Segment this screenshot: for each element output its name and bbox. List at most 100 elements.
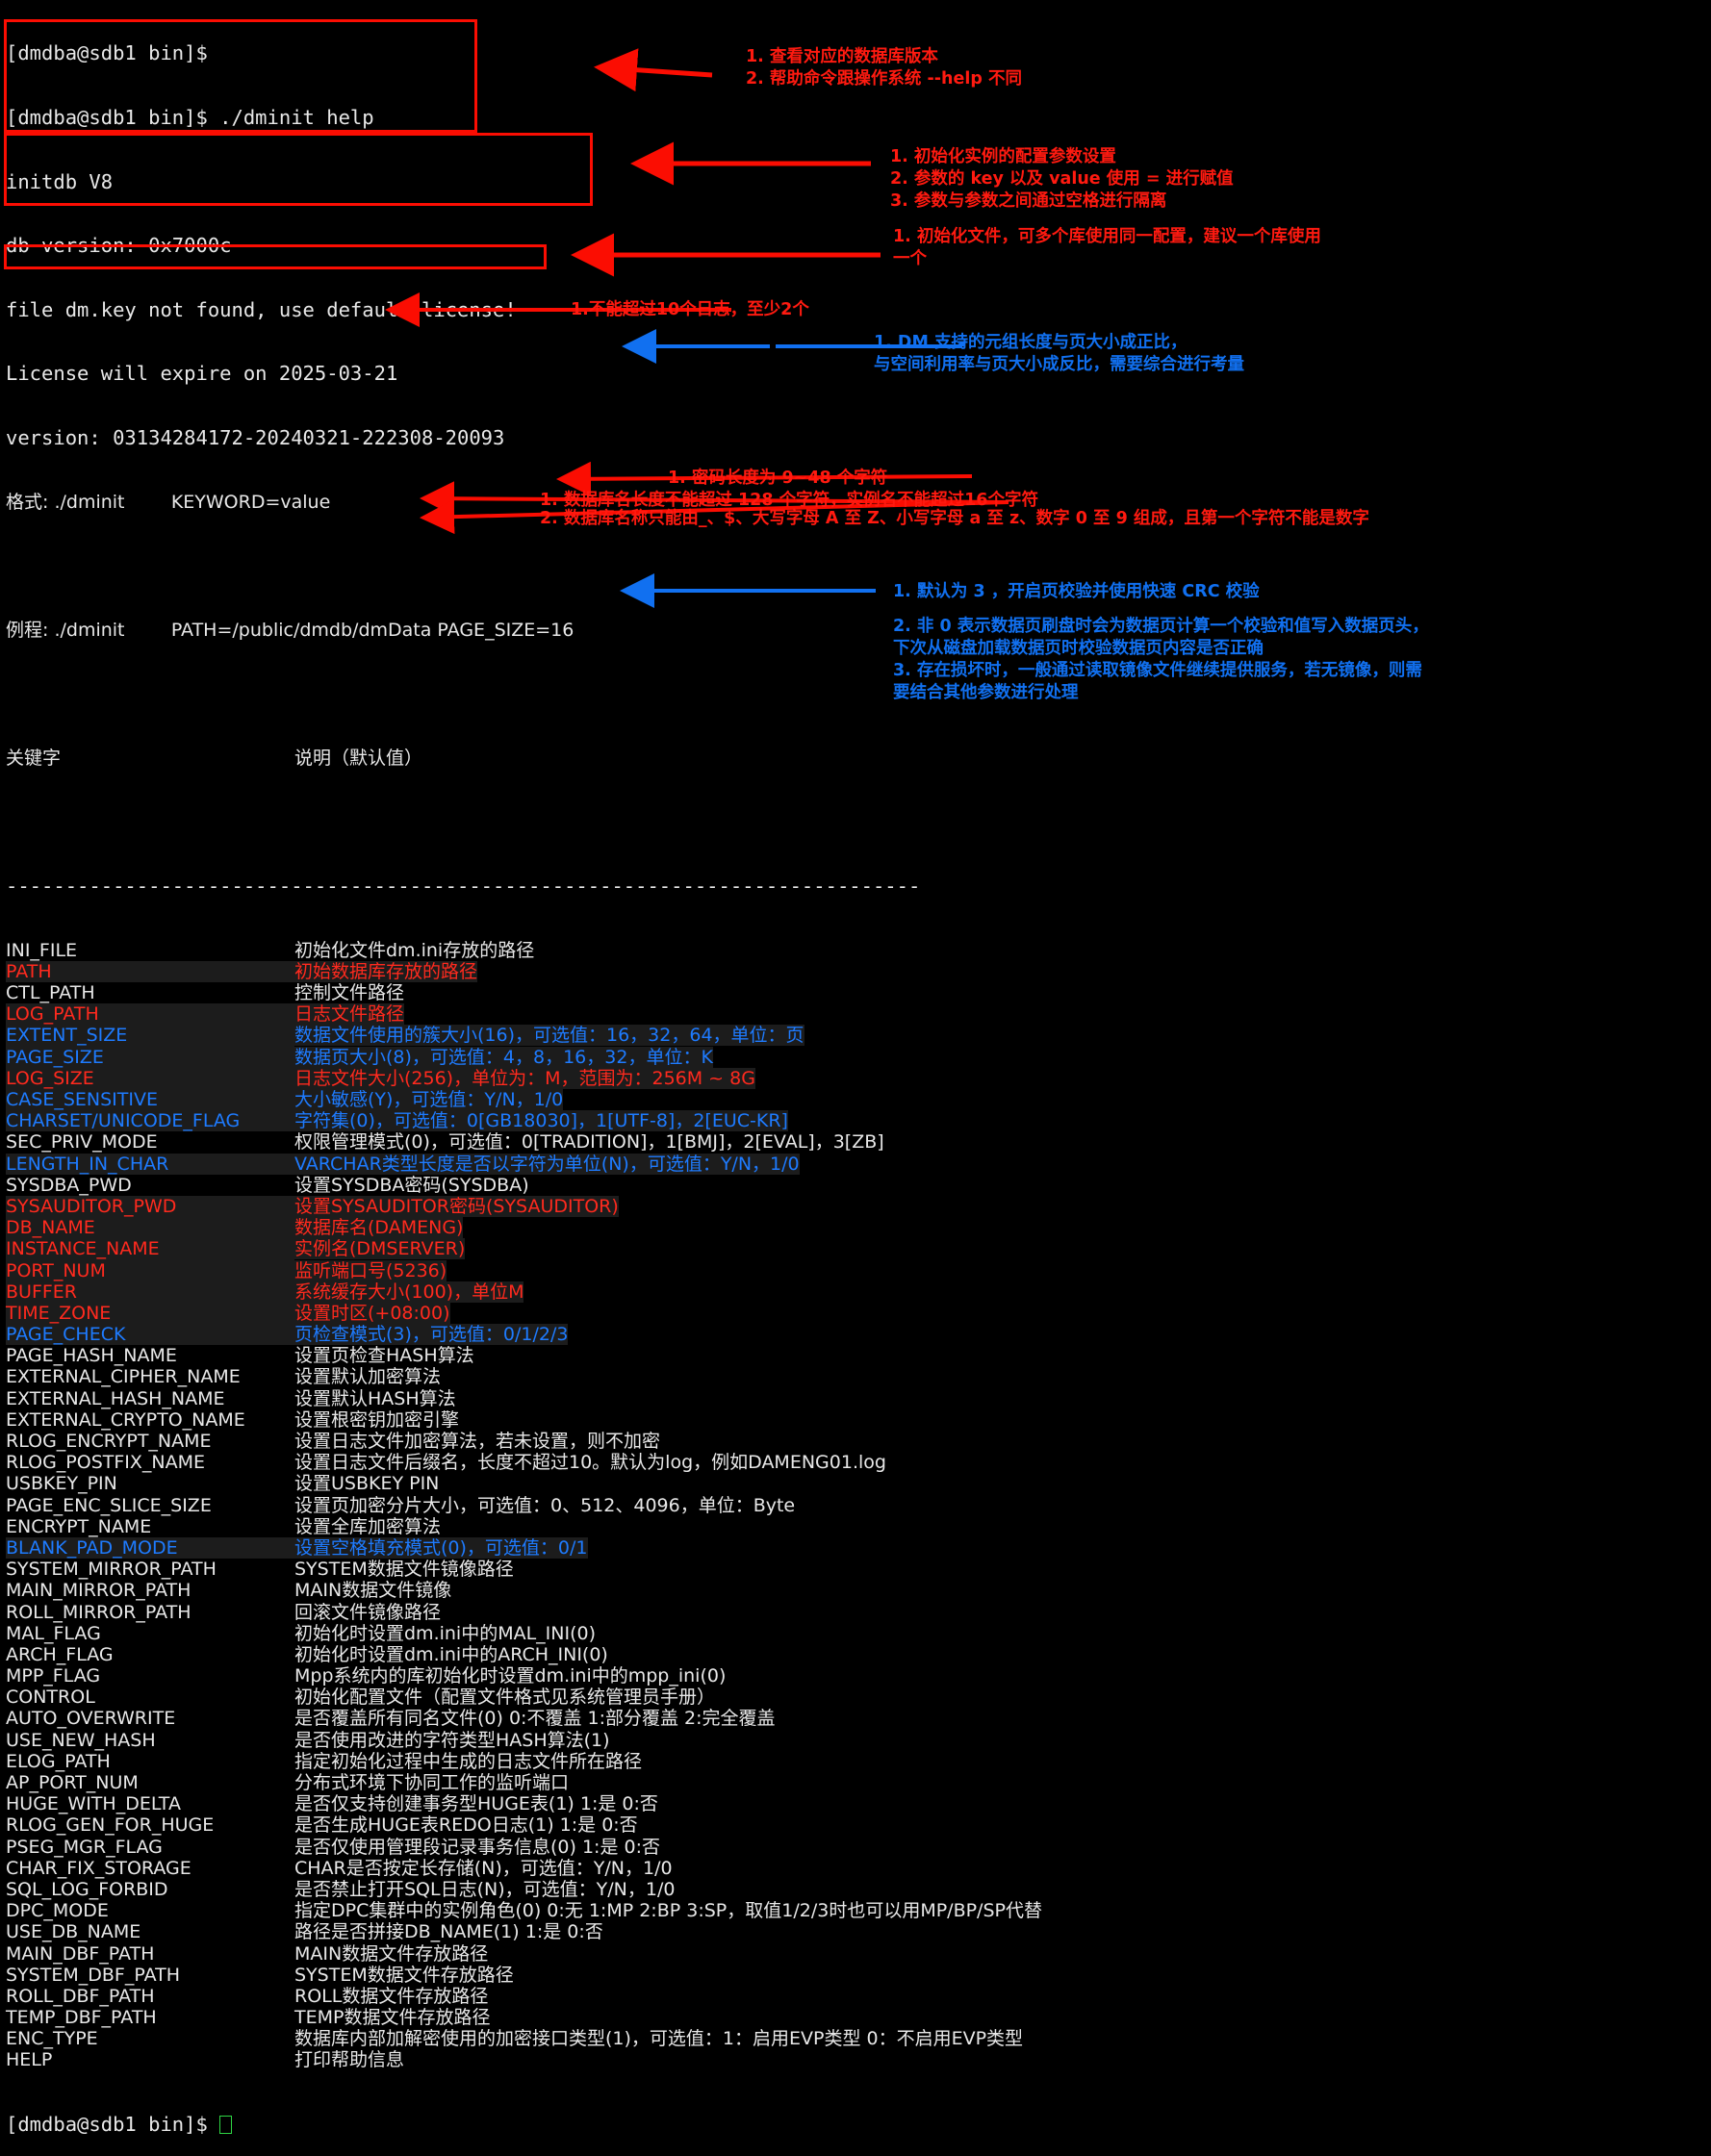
row-description: TEMP数据文件存放路径 [294,2007,491,2029]
terminal-line-example: 例程: ./dminit PATH=/public/dmdb/dmData PA… [0,620,1711,641]
row-keyword: USE_DB_NAME [6,1921,141,1943]
row-keyword: CONTROL [6,1687,95,1709]
table-row: RLOG_GEN_FOR_HUGE 是否生成HUGE表REDO日志(1) 1:是 … [0,1814,1711,1836]
row-keyword: HUGE_WITH_DELTA [6,1793,181,1815]
table-row: ENC_TYPE 数据库内部加解密使用的加密接口类型(1)，可选值：1：启用EVP… [0,2028,1711,2049]
row-description: 路径是否拼接DB_NAME(1) 1:是 0:否 [294,1921,603,1943]
row-keyword: CTL_PATH [6,982,95,1004]
table-row: SYSDBA_PWD 设置SYSDBA密码(SYSDBA) [0,1175,1711,1196]
terminal-line-final-prompt: [dmdba@sdb1 bin]$ [0,2114,1711,2135]
col-header-keyword: 关键字 [6,747,62,769]
table-row: CHAR_FIX_STORAGE CHAR是否按定长存储(N)，可选值：Y/N，1… [0,1858,1711,1879]
table-row: CTL_PATH 控制文件路径 [0,982,1711,1003]
row-keyword: SEC_PRIV_MODE [6,1131,158,1154]
table-row: LENGTH_IN_CHAR VARCHAR类型长度是否以字符为单位(N)，可选值… [0,1153,1711,1175]
row-keyword: SYSTEM_MIRROR_PATH [6,1559,217,1581]
table-row: ROLL_MIRROR_PATH 回滚文件镜像路径 [0,1602,1711,1623]
header-line-3: License will expire on 2025-03-21 [6,362,398,386]
row-keyword: INSTANCE_NAME [6,1238,294,1260]
row-keyword: CHARSET/UNICODE_FLAG [6,1110,294,1132]
row-keyword: MPP_FLAG [6,1665,101,1687]
row-keyword: LOG_PATH [6,1003,294,1026]
row-keyword: LOG_SIZE [6,1067,294,1090]
row-keyword: CASE_SENSITIVE [6,1089,294,1111]
row-keyword: BLANK_PAD_MODE [6,1536,294,1560]
row-keyword: MAL_FLAG [6,1622,101,1644]
row-keyword: EXTERNAL_CRYPTO_NAME [6,1408,245,1431]
row-description: 回滚文件镜像路径 [294,1601,442,1623]
example-text: 例程: ./dminit PATH=/public/dmdb/dmData PA… [6,619,575,641]
terminal-line-command: [dmdba@sdb1 bin]$ ./dminit help [0,107,1711,128]
row-keyword: RLOG_POSTFIX_NAME [6,1452,206,1474]
table-row: PORT_NUM 监听端口号(5236) [0,1259,1711,1281]
header-line-4: version: 03134284172-20240321-222308-200… [6,425,505,449]
row-keyword: USE_NEW_HASH [6,1729,156,1751]
table-row: PSEG_MGR_FLAG 是否仅使用管理段记录事务信息(0) 1:是 0:否 [0,1837,1711,1858]
table-row: SQL_LOG_FORBID 是否禁止打开SQL日志(N)，可选值：Y/N，1/0 [0,1879,1711,1900]
row-keyword: AUTO_OVERWRITE [6,1708,176,1730]
table-row: LOG_SIZE 日志文件大小(256)，单位为：M，范围为：256M ~ 8G [0,1067,1711,1090]
table-row: USE_DB_NAME 路径是否拼接DB_NAME(1) 1:是 0:否 [0,1921,1711,1942]
table-row: PAGE_ENC_SLICE_SIZE 设置页加密分片大小，可选值：0、512、4… [0,1495,1711,1516]
table-row: EXTERNAL_HASH_NAME 设置默认HASH算法 [0,1388,1711,1409]
table-row: USE_NEW_HASH 是否使用改进的字符类型HASH算法(1) [0,1730,1711,1751]
row-keyword: SYSAUDITOR_PWD [6,1195,294,1218]
row-keyword: ROLL_MIRROR_PATH [6,1601,192,1623]
terminal-line-prompt-top: [dmdba@sdb1 bin]$ [0,42,1711,63]
row-keyword: DPC_MODE [6,1900,109,1922]
table-row: TIME_ZONE 设置时区(+08:00) [0,1302,1711,1325]
row-description: 大小敏感(Y)，可选值：Y/N，1/0 [294,1089,564,1111]
row-description: 字符集(0)，可选值：0[GB18030]，1[UTF-8]，2[EUC-KR] [294,1110,788,1132]
row-description: 设置默认加密算法 [294,1366,442,1388]
row-description: 指定初始化过程中生成的日志文件所在路径 [294,1750,643,1772]
row-keyword: DB_NAME [6,1217,294,1239]
table-row: EXTERNAL_CRYPTO_NAME 设置根密钥加密引擎 [0,1409,1711,1431]
row-description: 指定DPC集群中的实例角色(0) 0:无 1:MP 2:BP 3:SP，取值1/… [294,1900,1042,1922]
row-description: 控制文件路径 [294,982,405,1004]
row-keyword: BUFFER [6,1281,294,1303]
terminal-column-headers: 关键字 说明（默认值） [0,748,1711,769]
row-description: 分布式环境下协同工作的监听端口 [294,1772,570,1794]
table-row: DPC_MODE 指定DPC集群中的实例角色(0) 0:无 1:MP 2:BP 3… [0,1900,1711,1921]
row-keyword: TEMP_DBF_PATH [6,2007,157,2029]
terminal-line-h2: file dm.key not found, use default licen… [0,299,1711,320]
table-row: ENCRYPT_NAME 设置全库加密算法 [0,1516,1711,1537]
row-keyword: PATH [6,960,294,983]
row-description: 设置时区(+08:00) [294,1302,450,1324]
table-row: SYSTEM_DBF_PATH SYSTEM数据文件存放路径 [0,1965,1711,1986]
row-description: 设置SYSDBA密码(SYSDBA) [294,1174,529,1196]
row-description: 页检查模式(3)，可选值：0/1/2/3 [294,1324,569,1346]
row-description: 数据页大小(8)，可选值：4，8，16，32，单位：K [294,1046,713,1068]
row-description: 设置空格填充模式(0)，可选值：0/1 [294,1536,588,1559]
row-keyword: PAGE_SIZE [6,1046,294,1068]
row-keyword: ENC_TYPE [6,2028,98,2050]
table-row: MAL_FLAG 初始化时设置dm.ini中的MAL_INI(0) [0,1623,1711,1644]
terminal-line-h0: initdb V8 [0,170,1711,192]
row-description: 初始数据库存放的路径 [294,960,478,982]
table-row: USBKEY_PIN 设置USBKEY PIN [0,1473,1711,1494]
row-description: 初始化时设置dm.ini中的ARCH_INI(0) [294,1643,608,1665]
terminal-line-h3: License will expire on 2025-03-21 [0,363,1711,384]
row-keyword: MAIN_MIRROR_PATH [6,1580,192,1602]
table-row: ARCH_FLAG 初始化时设置dm.ini中的ARCH_INI(0) [0,1644,1711,1665]
row-description: 设置SYSAUDITOR密码(SYSAUDITOR) [294,1195,619,1217]
terminal-line-h1: db version: 0x7000c [0,235,1711,256]
table-row: INSTANCE_NAME 实例名(DMSERVER) [0,1238,1711,1260]
terminal-line-blank-2 [0,683,1711,704]
row-description: 是否使用改进的字符类型HASH算法(1) [294,1729,610,1751]
table-row: EXTENT_SIZE 数据文件使用的簇大小(16)，可选值：16，32，64，单… [0,1025,1711,1047]
terminal-separator: ----------------------------------------… [0,875,1711,897]
row-keyword: ROLL_DBF_PATH [6,1985,155,2007]
terminal-line-blank-3 [0,812,1711,833]
header-line-2: file dm.key not found, use default licen… [6,297,517,321]
row-description: CHAR是否按定长存储(N)，可选值：Y/N，1/0 [294,1857,673,1879]
row-keyword: PAGE_ENC_SLICE_SIZE [6,1494,212,1516]
table-row: CHARSET/UNICODE_FLAG 字符集(0)，可选值：0[GB18030… [0,1110,1711,1132]
row-description: 系统缓存大小(100)，单位M [294,1281,524,1303]
table-row: BLANK_PAD_MODE 设置空格填充模式(0)，可选值：0/1 [0,1536,1711,1560]
separator-text: ----------------------------------------… [6,875,921,899]
row-keyword: PORT_NUM [6,1259,294,1281]
terminal-output[interactable]: [dmdba@sdb1 bin]$ [dmdba@sdb1 bin]$ ./dm… [0,0,1711,2135]
row-keyword: SYSDBA_PWD [6,1174,132,1196]
table-row: RLOG_ENCRYPT_NAME 设置日志文件加密算法，若未设置，则不加密 [0,1431,1711,1452]
